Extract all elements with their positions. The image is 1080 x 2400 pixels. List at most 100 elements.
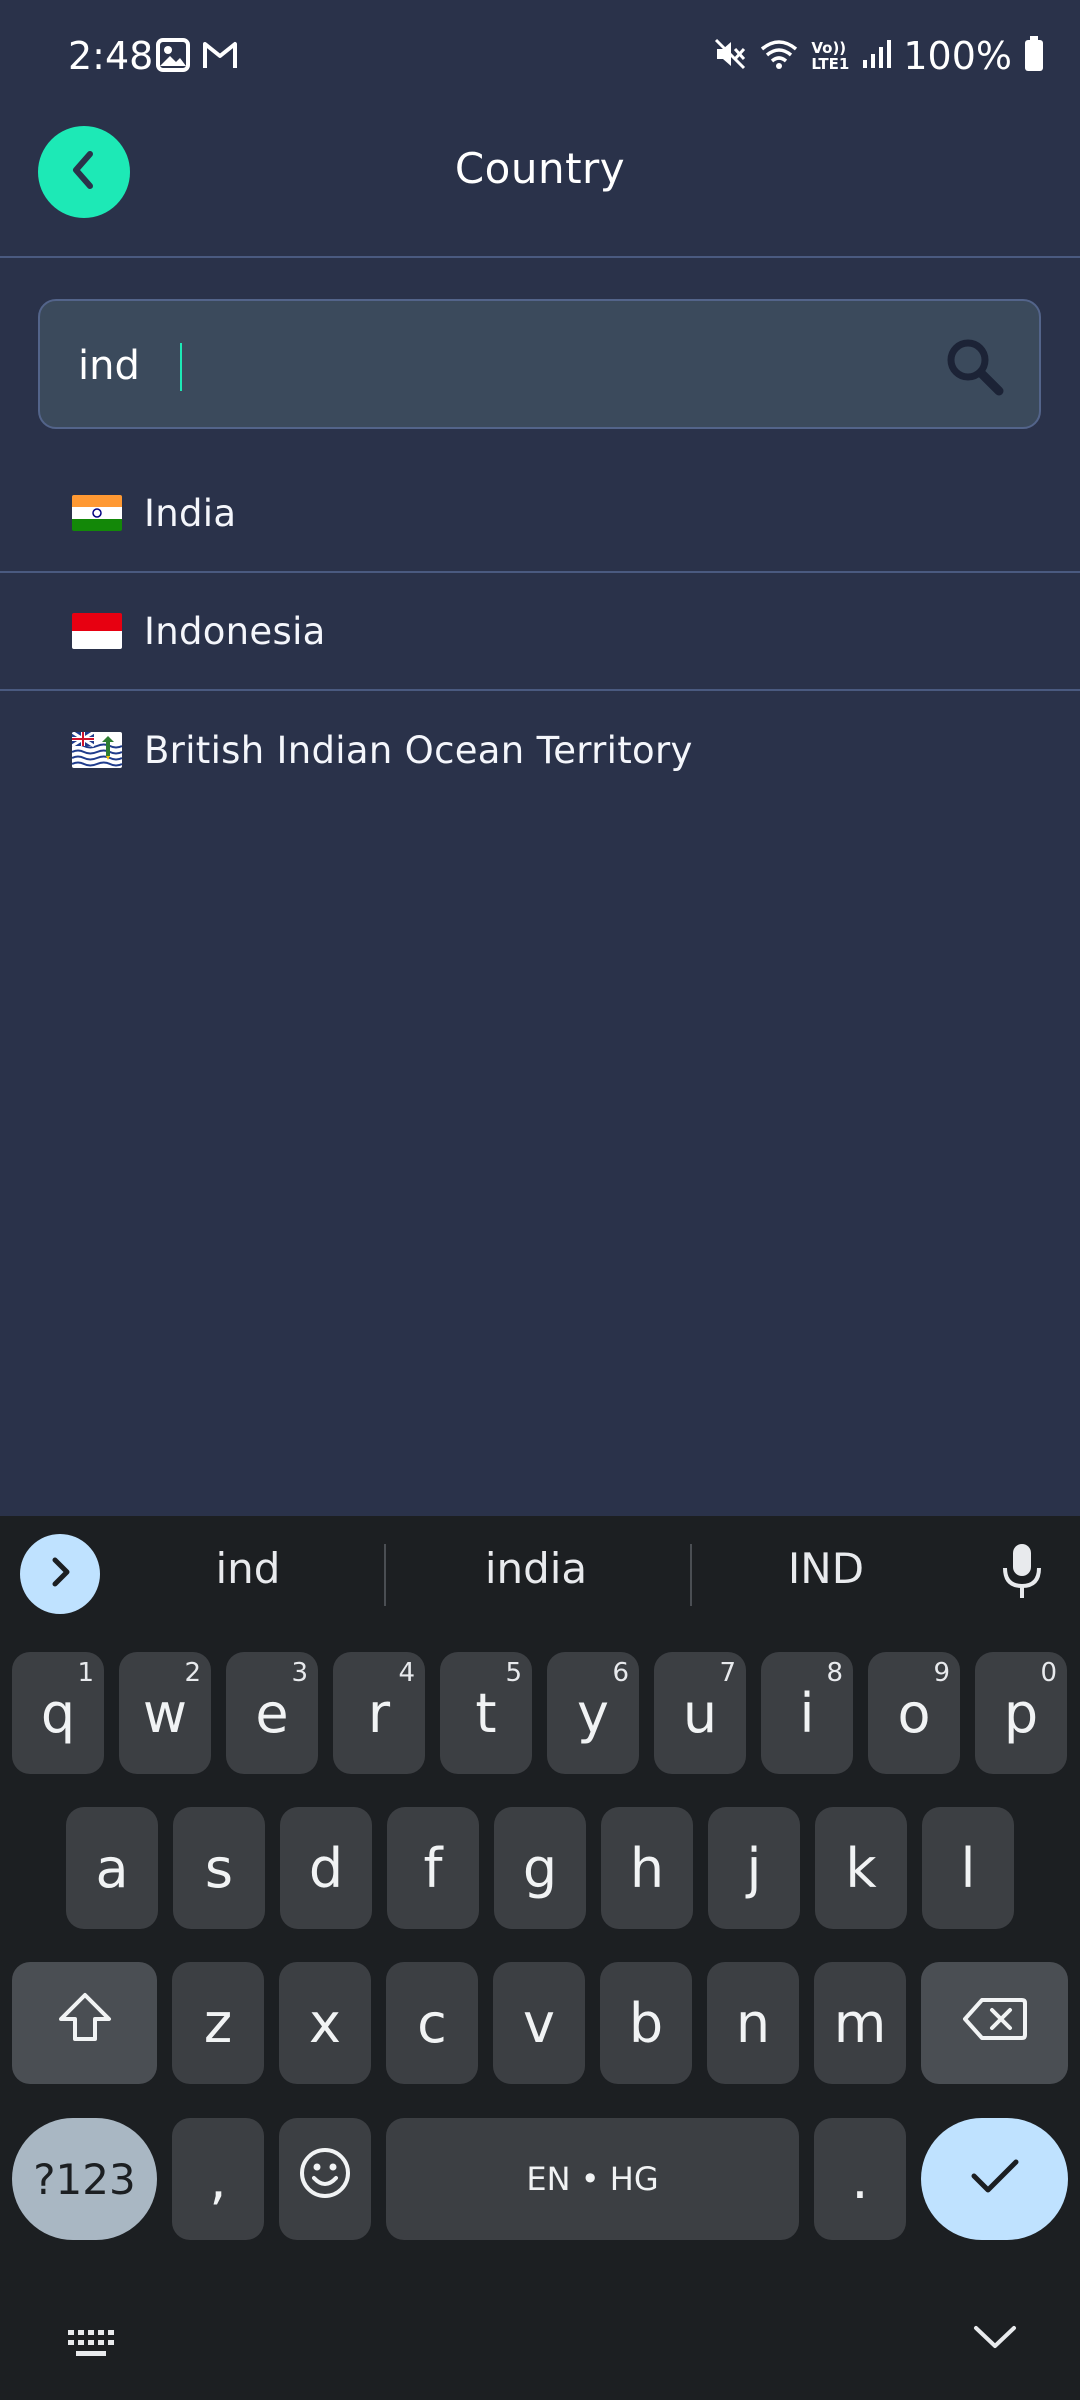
on-screen-keyboard: ind india IND ?123 , EN • HG . q 1 w 2 e… bbox=[0, 1516, 1080, 2400]
key-label: e bbox=[255, 1681, 289, 1745]
key-j[interactable]: j bbox=[708, 1807, 800, 1929]
key-t[interactable]: t5 bbox=[440, 1652, 532, 1774]
microphone-icon[interactable] bbox=[1000, 1542, 1044, 1606]
list-item-india[interactable]: India bbox=[0, 455, 1080, 573]
key-s[interactable]: s bbox=[173, 1807, 265, 1929]
key-label: i bbox=[799, 1681, 815, 1745]
flag-india-icon bbox=[72, 495, 122, 531]
key-hint: 4 bbox=[398, 1658, 415, 1688]
key-k[interactable]: k bbox=[815, 1807, 907, 1929]
volte-label-top: Vo)) bbox=[811, 39, 847, 57]
key-z[interactable]: z bbox=[172, 1962, 264, 2084]
app-header: Country bbox=[0, 118, 1080, 258]
key-label: t bbox=[475, 1681, 497, 1745]
list-item-british-indian-ocean-territory[interactable]: British Indian Ocean Territory bbox=[0, 691, 1080, 809]
key-q[interactable]: q1 bbox=[12, 1652, 104, 1774]
period-key[interactable]: . bbox=[814, 2118, 906, 2240]
key-x[interactable]: x bbox=[279, 1962, 371, 2084]
key-g[interactable]: g bbox=[494, 1807, 586, 1929]
space-key[interactable]: EN • HG bbox=[386, 2118, 799, 2240]
keyboard-toolbar-expand-button[interactable] bbox=[20, 1534, 100, 1614]
suggestion-divider bbox=[690, 1544, 692, 1606]
key-a[interactable]: a bbox=[66, 1807, 158, 1929]
gallery-icon bbox=[156, 38, 190, 76]
key-hint: 6 bbox=[612, 1658, 629, 1688]
backspace-icon bbox=[962, 1992, 1028, 2055]
checkmark-icon bbox=[968, 2148, 1022, 2211]
text-cursor bbox=[180, 343, 182, 391]
wifi-icon bbox=[759, 37, 799, 75]
key-hint: 9 bbox=[933, 1658, 950, 1688]
status-bar: 2:48 Vo)) LTE1 100% bbox=[0, 0, 1080, 118]
key-hint: 3 bbox=[291, 1658, 308, 1688]
battery-percentage: 100% bbox=[903, 34, 1012, 78]
emoji-key[interactable] bbox=[279, 2118, 371, 2240]
keyboard-switch-icon[interactable] bbox=[66, 2326, 118, 2366]
search-input[interactable] bbox=[78, 331, 898, 401]
suggestion-3[interactable]: IND bbox=[706, 1544, 946, 1593]
key-u[interactable]: u7 bbox=[654, 1652, 746, 1774]
volte-icon: Vo)) LTE1 bbox=[811, 40, 849, 72]
status-time: 2:48 bbox=[68, 34, 154, 78]
country-result-list: India Indonesia British Indian Ocean Ter… bbox=[0, 455, 1080, 809]
key-label: p bbox=[1003, 1681, 1039, 1745]
key-c[interactable]: c bbox=[386, 1962, 478, 2084]
key-w[interactable]: w2 bbox=[119, 1652, 211, 1774]
emoji-icon bbox=[298, 2146, 352, 2213]
key-l[interactable]: l bbox=[922, 1807, 1014, 1929]
gmail-icon bbox=[202, 38, 238, 76]
symbols-key[interactable]: ?123 bbox=[12, 2118, 157, 2240]
shift-icon bbox=[55, 1989, 115, 2058]
key-label: r bbox=[367, 1681, 391, 1745]
key-hint: 5 bbox=[505, 1658, 522, 1688]
result-label: Indonesia bbox=[144, 609, 326, 653]
keyboard-nav-bar bbox=[0, 2282, 1080, 2400]
key-e[interactable]: e3 bbox=[226, 1652, 318, 1774]
battery-icon bbox=[1024, 36, 1044, 76]
key-h[interactable]: h bbox=[601, 1807, 693, 1929]
key-hint: 1 bbox=[77, 1658, 94, 1688]
key-hint: 7 bbox=[719, 1658, 736, 1688]
mute-icon bbox=[713, 37, 747, 75]
comma-key[interactable]: , bbox=[172, 2118, 264, 2240]
key-n[interactable]: n bbox=[707, 1962, 799, 2084]
chevron-right-icon bbox=[45, 1554, 75, 1594]
key-hint: 8 bbox=[826, 1658, 843, 1688]
key-v[interactable]: v bbox=[493, 1962, 585, 2084]
search-box[interactable] bbox=[38, 299, 1041, 429]
page-title: Country bbox=[454, 144, 626, 193]
result-label: British Indian Ocean Territory bbox=[144, 728, 693, 772]
key-label: y bbox=[577, 1681, 609, 1745]
shift-key[interactable] bbox=[12, 1962, 157, 2084]
list-item-indonesia[interactable]: Indonesia bbox=[0, 573, 1080, 691]
key-r[interactable]: r4 bbox=[333, 1652, 425, 1774]
key-p[interactable]: p0 bbox=[975, 1652, 1067, 1774]
signal-icon bbox=[861, 38, 892, 74]
suggestion-divider bbox=[384, 1544, 386, 1606]
result-label: India bbox=[144, 491, 237, 535]
status-notification-icons bbox=[156, 38, 238, 76]
volte-label-bottom: LTE1 bbox=[811, 55, 850, 73]
suggestion-1[interactable]: ind bbox=[128, 1544, 368, 1593]
key-d[interactable]: d bbox=[280, 1807, 372, 1929]
key-b[interactable]: b bbox=[600, 1962, 692, 2084]
key-label: q bbox=[40, 1681, 76, 1745]
flag-british-indian-ocean-territory-icon bbox=[72, 732, 122, 768]
key-label: w bbox=[142, 1681, 188, 1745]
key-label: o bbox=[897, 1681, 931, 1745]
key-y[interactable]: y6 bbox=[547, 1652, 639, 1774]
key-f[interactable]: f bbox=[387, 1807, 479, 1929]
key-i[interactable]: i8 bbox=[761, 1652, 853, 1774]
suggestion-2[interactable]: india bbox=[416, 1544, 656, 1593]
chevron-down-icon[interactable] bbox=[972, 2322, 1018, 2356]
backspace-key[interactable] bbox=[921, 1962, 1068, 2084]
enter-key[interactable] bbox=[921, 2118, 1068, 2240]
key-m[interactable]: m bbox=[814, 1962, 906, 2084]
search-icon[interactable] bbox=[943, 335, 1005, 401]
suggestion-bar: ind india IND bbox=[0, 1516, 1080, 1632]
key-label: u bbox=[682, 1681, 718, 1745]
key-o[interactable]: o9 bbox=[868, 1652, 960, 1774]
status-system-icons: Vo)) LTE1 100% bbox=[713, 34, 1044, 78]
key-hint: 2 bbox=[184, 1658, 201, 1688]
key-hint: 0 bbox=[1040, 1658, 1057, 1688]
